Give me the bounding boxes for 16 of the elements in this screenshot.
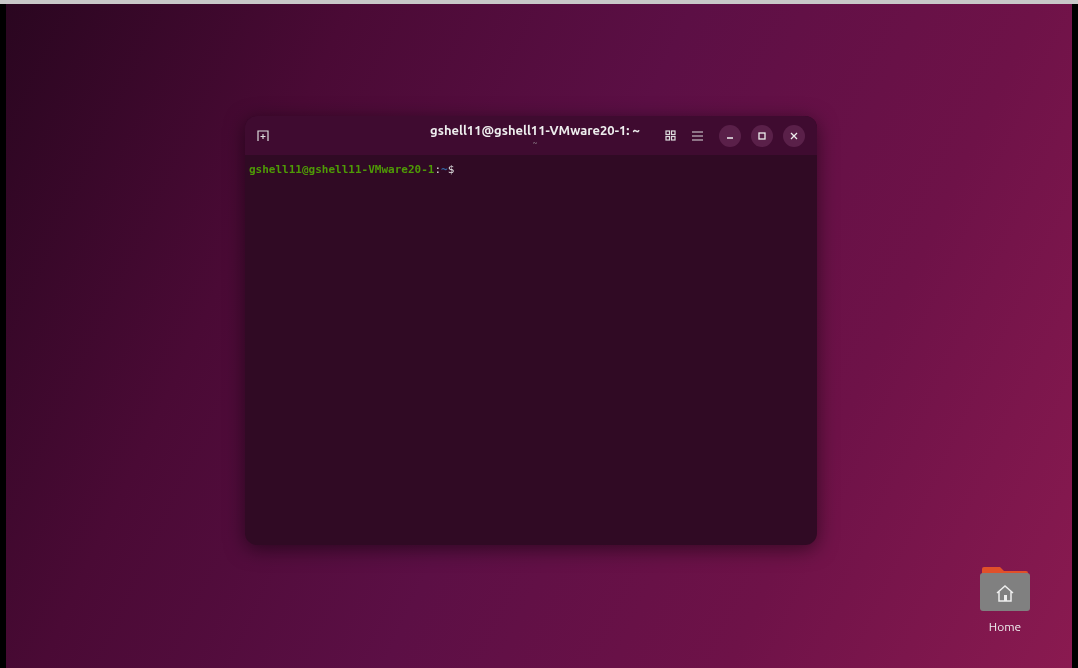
- close-button[interactable]: [783, 124, 805, 147]
- prompt-user-host: gshell11@gshell11-VMware20-1: [249, 163, 435, 177]
- menu-icon[interactable]: [692, 130, 703, 141]
- grid-icon[interactable]: [665, 130, 676, 141]
- prompt-symbol: $: [447, 163, 455, 177]
- new-tab-icon[interactable]: [257, 129, 269, 142]
- maximize-button[interactable]: [751, 124, 773, 147]
- home-folder-label: Home: [988, 619, 1022, 635]
- window-title: gshell11@gshell11-VMware20-1: ~: [430, 122, 640, 138]
- home-folder-icon[interactable]: [980, 565, 1030, 611]
- window-subtitle: ~: [532, 138, 538, 148]
- prompt-path: ~: [441, 163, 448, 177]
- minimize-button[interactable]: [719, 124, 741, 147]
- close-icon: [790, 131, 798, 140]
- maximize-icon: [758, 131, 766, 140]
- prompt-separator: :: [434, 163, 442, 177]
